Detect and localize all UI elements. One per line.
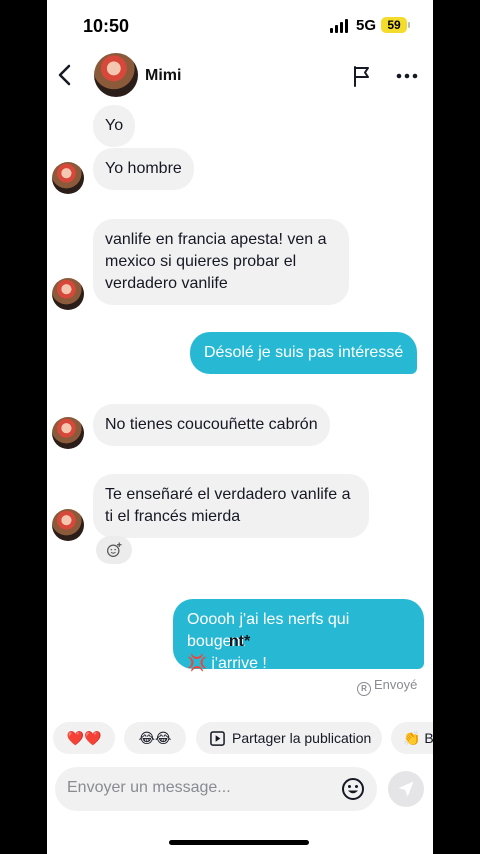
message-text-line2: j'arrive !: [206, 655, 267, 672]
contact-avatar[interactable]: [94, 53, 138, 97]
clap-emoji: 👏: [403, 730, 421, 746]
add-reaction-icon: [107, 542, 122, 557]
battery-tip: [408, 22, 410, 28]
sender-avatar[interactable]: [52, 417, 84, 449]
send-button[interactable]: [388, 771, 424, 807]
quick-replies: ❤️❤️ 😂😂 Partager la publication 👏 B: [47, 720, 433, 758]
sent-icon: R: [357, 682, 371, 696]
signal-icon: [330, 19, 348, 33]
message-bubble[interactable]: Yo hombre: [93, 148, 194, 190]
message-input[interactable]: Envoyer un message...: [67, 779, 231, 797]
clap-chip-text: B: [424, 730, 433, 746]
sent-status-label: Envoyé: [374, 677, 418, 692]
sent-status: R Envoyé: [357, 677, 417, 696]
message-text: Ooooh j'ai les nerfs qui bougent: [187, 611, 350, 650]
message-bubble[interactable]: Yo: [93, 105, 136, 147]
back-icon[interactable]: [55, 60, 75, 90]
battery-indicator: 59: [381, 17, 407, 33]
message-bubble[interactable]: vanlife en francia apesta! ven a mexico …: [93, 219, 349, 305]
message-correction: nt*: [228, 633, 251, 650]
status-time: 10:50: [83, 16, 130, 36]
chat-header: Mimi: [47, 52, 433, 98]
message-bubble[interactable]: No tienes coucouñette cabrón: [93, 404, 330, 446]
add-reaction-button[interactable]: [96, 536, 132, 564]
sender-avatar[interactable]: [52, 509, 84, 541]
network-label: 5G: [356, 17, 377, 34]
emoji-icon[interactable]: [341, 777, 365, 801]
message-bubble[interactable]: Te enseñaré el verdadero vanlife a ti el…: [93, 474, 369, 538]
sender-avatar[interactable]: [52, 278, 84, 310]
share-post-button[interactable]: Partager la publication: [196, 722, 382, 754]
message-composer[interactable]: Envoyer un message...: [55, 767, 377, 811]
quick-reply-hearts[interactable]: ❤️❤️: [53, 722, 115, 754]
home-indicator: [169, 840, 309, 845]
play-icon: [210, 731, 225, 746]
contact-name[interactable]: Mimi: [145, 67, 181, 85]
send-icon: [398, 781, 414, 797]
more-icon[interactable]: [395, 64, 419, 88]
chat-screen: 10:50 5G 59 Mimi Yo Yo hombre vanlife en…: [47, 0, 433, 854]
flag-icon[interactable]: [350, 64, 374, 88]
message-bubble-outgoing[interactable]: Ooooh j'ai les nerfs qui bougentnt* 💢 j'…: [173, 599, 424, 672]
message-bubble-outgoing[interactable]: Désolé je suis pas intéressé: [190, 332, 418, 374]
quick-reply-clap[interactable]: 👏 B: [391, 722, 433, 754]
share-post-label: Partager la publication: [232, 730, 372, 746]
quick-reply-laugh[interactable]: 😂😂: [124, 722, 186, 754]
sender-avatar[interactable]: [52, 162, 84, 194]
status-bar: 10:50 5G 59: [47, 0, 433, 52]
anger-emoji: 💢: [187, 655, 207, 672]
